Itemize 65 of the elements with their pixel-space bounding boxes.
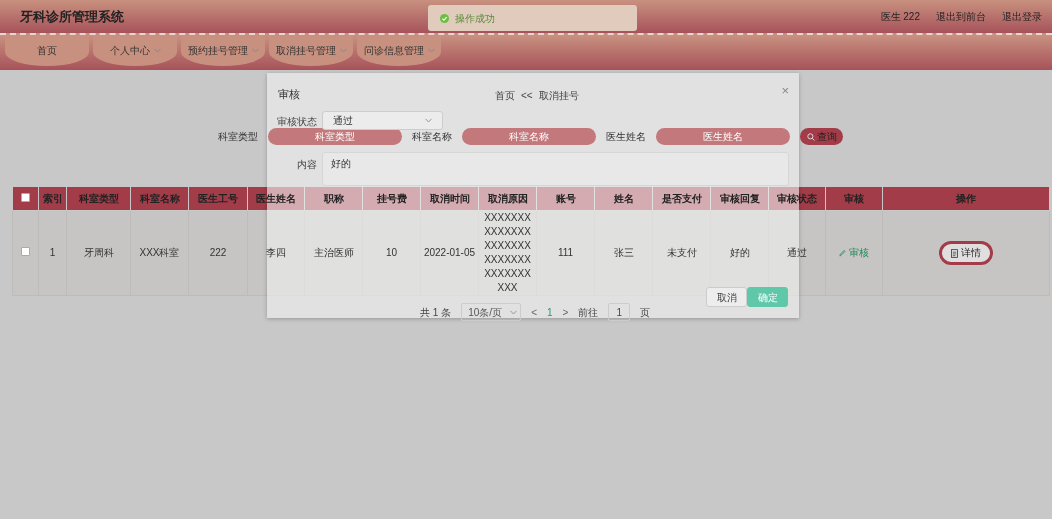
next-page-button[interactable]: > xyxy=(562,304,569,320)
prev-page-button[interactable]: < xyxy=(531,304,537,320)
column-header: 医生工号 xyxy=(198,193,238,204)
nav-tab[interactable]: 个人中心 xyxy=(93,35,177,66)
field-label: 科室类型 xyxy=(218,130,258,144)
column-header: 账号 xyxy=(555,193,576,204)
content-field[interactable]: 好的 xyxy=(322,152,789,186)
table-cell: 李四 xyxy=(266,247,286,258)
column-header: 审核回复 xyxy=(719,193,760,204)
search-button[interactable]: 查询 xyxy=(800,128,843,145)
column-header: 是否支付 xyxy=(661,193,702,204)
nav-tab[interactable]: 预约挂号管理 xyxy=(181,35,265,66)
table-cell: 主治医师 xyxy=(313,247,354,258)
page-suffix: 页 xyxy=(640,305,651,320)
nav-tab[interactable]: 首页 xyxy=(5,35,89,66)
table-cell: 张三 xyxy=(613,247,634,258)
breadcrumb-current: 取消挂号 xyxy=(538,89,579,103)
field-label: 科室名称 xyxy=(412,130,452,144)
search-field[interactable]: 科室名称 xyxy=(462,128,596,145)
column-header: 取消时间 xyxy=(429,193,470,204)
form-label: 审核状态 xyxy=(276,115,317,129)
table-cell: 通过 xyxy=(787,247,807,258)
table-cell: 好的 xyxy=(729,247,750,258)
column-header: 取消原因 xyxy=(487,193,528,204)
column-header: 科室名称 xyxy=(139,193,180,204)
table-cell: XXX科室 xyxy=(139,247,180,258)
nav-tab[interactable]: 问诊信息管理 xyxy=(357,35,441,66)
dialog-title: 审核 xyxy=(278,87,300,102)
table-cell: 2022-01-05 xyxy=(423,247,476,258)
cancel-button[interactable]: 取消 xyxy=(706,287,747,307)
logout-link[interactable]: 退出登录 xyxy=(1002,9,1042,24)
table-cell: 222 xyxy=(209,247,227,258)
column-header: 操作 xyxy=(956,193,976,204)
table-cell: 10 xyxy=(385,247,398,258)
goto-label: 前往 xyxy=(578,305,599,320)
search-field[interactable]: 医生姓名 xyxy=(656,128,790,145)
nav-tab[interactable]: 取消挂号管理 xyxy=(269,35,353,66)
breadcrumb-link[interactable]: 首页 xyxy=(495,88,515,103)
column-header: 姓名 xyxy=(613,193,634,204)
field-label: 医生姓名 xyxy=(606,130,646,144)
toast-message: 操作成功 xyxy=(455,11,495,26)
audit-link[interactable]: 审核 xyxy=(839,245,869,260)
column-header: 审核 xyxy=(844,193,864,204)
table-cell: 111 xyxy=(557,247,574,258)
total-count: 共 1 条 xyxy=(420,305,452,320)
user-link[interactable]: 医生 222 xyxy=(880,9,920,24)
logout-link[interactable]: 退出到前台 xyxy=(936,9,986,24)
table-cell: 未支付 xyxy=(666,247,697,258)
page-input[interactable]: 1 xyxy=(608,303,631,321)
close-button[interactable]: × xyxy=(781,81,789,101)
column-header: 科室类型 xyxy=(78,193,119,204)
detail-button[interactable]: 详情 xyxy=(939,241,993,265)
table-cell: 牙周科 xyxy=(83,247,114,258)
page-number[interactable]: 1 xyxy=(546,304,553,320)
status-select[interactable]: 通过 xyxy=(322,111,443,130)
column-header: 职称 xyxy=(323,193,344,204)
search-field[interactable]: 科室类型 xyxy=(268,128,402,145)
breadcrumb-separator: << xyxy=(521,89,533,103)
column-header: 索引 xyxy=(42,193,63,204)
column-header: 挂号费 xyxy=(376,193,407,204)
page-size-select[interactable]: 10条/页 xyxy=(461,303,522,321)
table-cell: XXXXXXXXXXXXXXXXXXXXXXXXXXXXXXXXXXXXXX xyxy=(484,212,531,293)
table-cell: 1 xyxy=(49,247,56,258)
form-label: 内容 xyxy=(296,158,317,172)
app-title: 牙科诊所管理系统 xyxy=(20,7,124,26)
